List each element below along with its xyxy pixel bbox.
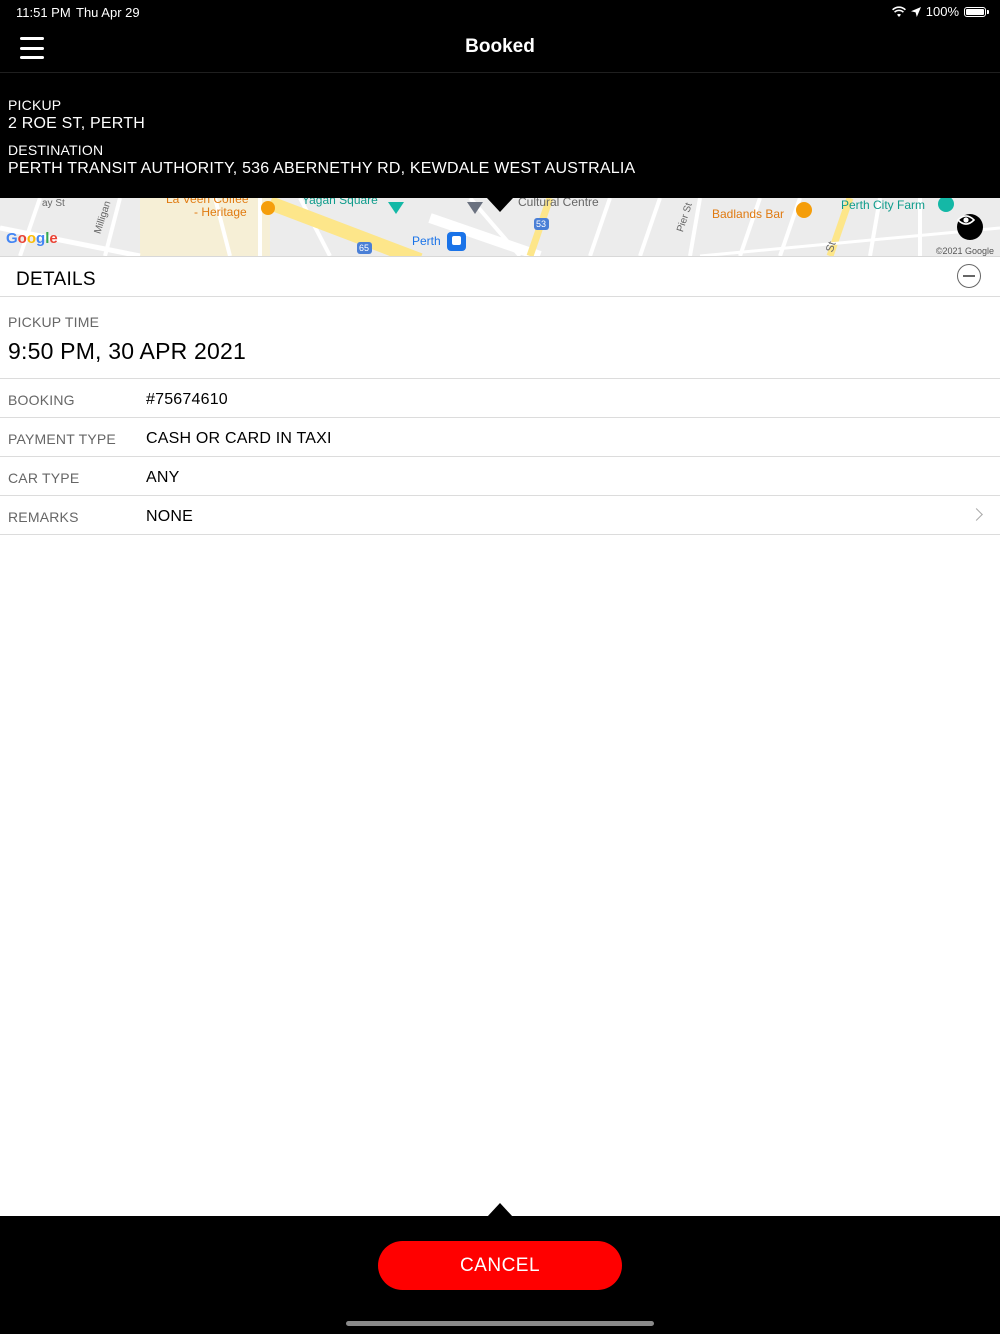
cancel-button[interactable]: CANCEL — [378, 1241, 622, 1290]
battery-percent: 100% — [925, 4, 959, 19]
pickup-label: PICKUP — [8, 97, 62, 113]
status-indicators: 100% — [891, 4, 989, 19]
map-label-heritage: - Heritage — [194, 205, 247, 219]
pickup-time-block: PICKUP TIME 9:50 PM, 30 APR 2021 — [0, 297, 1000, 379]
map-label-route-53: 53 — [536, 219, 547, 229]
detail-row-remarks[interactable]: REMARKS NONE — [0, 496, 1000, 535]
battery-fill — [966, 8, 984, 15]
booking-value: #75674610 — [146, 391, 228, 408]
detail-row-payment-type: PAYMENT TYPE CASH OR CARD IN TAXI — [0, 418, 1000, 457]
bar-marker-icon — [796, 202, 812, 218]
detail-row-booking: BOOKING #75674610 — [0, 379, 1000, 418]
chevron-right-icon — [970, 508, 983, 521]
battery-icon — [964, 6, 989, 17]
payment-type-value: CASH OR CARD IN TAXI — [146, 430, 332, 447]
car-type-label: CAR TYPE — [8, 470, 80, 486]
pickup-address: 2 ROE ST, PERTH — [8, 115, 145, 132]
wifi-icon — [891, 5, 906, 17]
nav-bar: Booked — [0, 24, 1000, 73]
eye-icon[interactable] — [957, 214, 983, 240]
google-logo: Google — [6, 230, 58, 247]
map-label-yagan-square: Yagan Square — [302, 198, 378, 207]
car-type-value: ANY — [146, 469, 180, 486]
destination-address: PERTH TRANSIT AUTHORITY, 536 ABERNETHY R… — [8, 160, 636, 177]
map-copyright: ©2021 Google — [935, 246, 994, 256]
destination-label: DESTINATION — [8, 142, 104, 158]
status-bar: 11:51 PM Thu Apr 29 100% — [0, 0, 1000, 24]
details-title: DETAILS — [16, 269, 96, 290]
remarks-value: NONE — [146, 508, 194, 525]
pickup-pointer — [487, 198, 513, 212]
collapse-icon[interactable] — [957, 264, 981, 288]
map-label-badlands-bar: Badlands Bar — [712, 207, 785, 221]
detail-row-car-type: CAR TYPE ANY — [0, 457, 1000, 496]
bottom-pointer — [487, 1203, 513, 1217]
booking-label: BOOKING — [8, 392, 75, 408]
pickup-time-label: PICKUP TIME — [8, 314, 100, 330]
cafe-marker-icon — [261, 201, 275, 215]
map-label-street: ay St — [42, 198, 65, 209]
trip-address-panel: PICKUP 2 ROE ST, PERTH DESTINATION PERTH… — [0, 73, 1000, 198]
map-label-route-65: 65 — [359, 243, 370, 253]
status-time: 11:51 PM — [16, 5, 71, 20]
status-date: Thu Apr 29 — [76, 5, 140, 20]
map-label-cultural-centre: Cultural Centre — [518, 198, 599, 209]
home-indicator[interactable] — [346, 1321, 654, 1326]
map-label-perth: Perth — [412, 234, 441, 248]
remarks-label: REMARKS — [8, 509, 79, 525]
payment-type-label: PAYMENT TYPE — [8, 431, 116, 447]
map-label-perth-city-farm: Perth City Farm — [841, 198, 926, 212]
details-header[interactable]: DETAILS — [0, 257, 1000, 297]
location-arrow-icon — [910, 6, 921, 17]
pickup-time-value: 9:50 PM, 30 APR 2021 — [8, 338, 246, 364]
page-title: Booked — [465, 36, 535, 57]
